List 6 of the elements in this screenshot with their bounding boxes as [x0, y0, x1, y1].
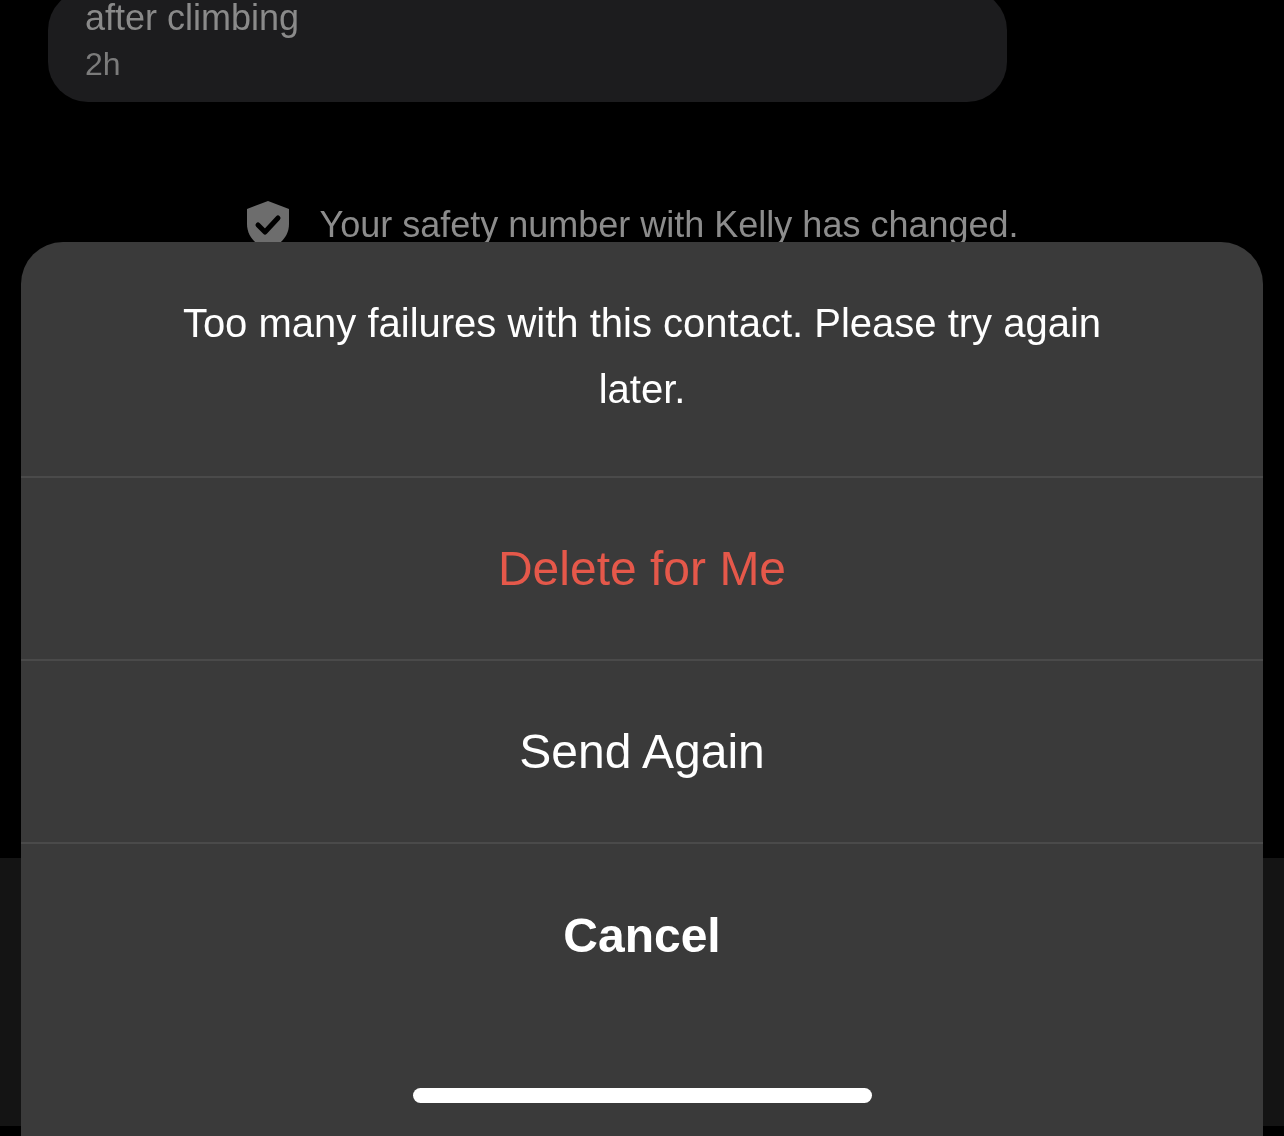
- safety-notice: Your safety number with Kelly has changed.: [319, 203, 1019, 247]
- cancel-button[interactable]: Cancel: [21, 844, 1263, 1027]
- send-again-button[interactable]: Send Again: [21, 661, 1263, 844]
- message-text: after climbing: [85, 0, 300, 38]
- message-time: 2h: [85, 45, 121, 84]
- sheet-message: Too many failures with this contact. Please try again later.: [181, 300, 1103, 413]
